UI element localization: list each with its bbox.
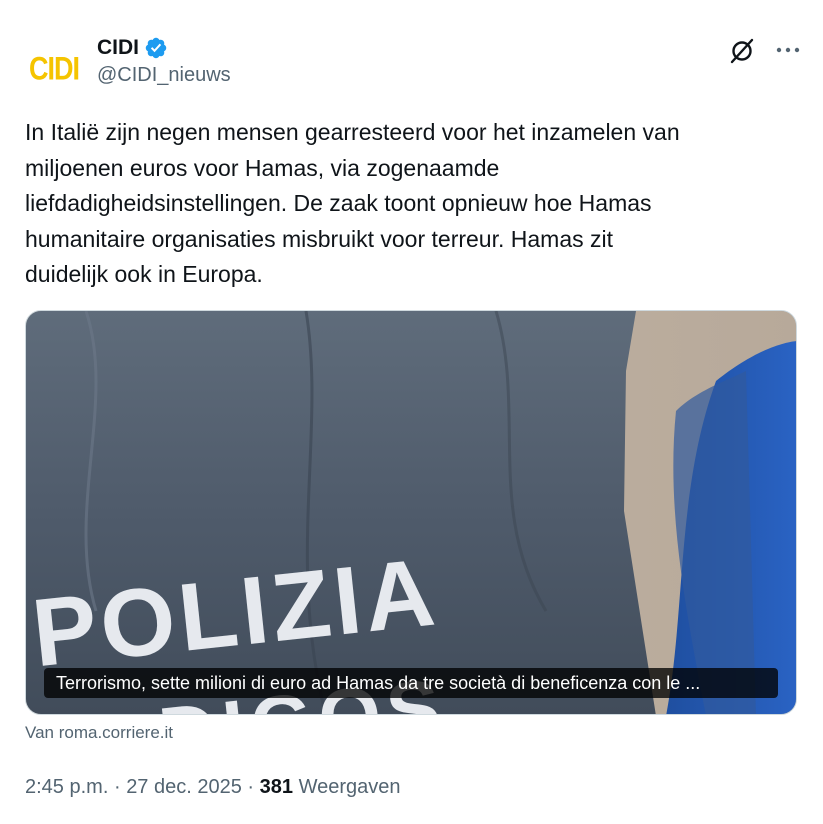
views-label: Weergaven: [298, 776, 401, 798]
views-count: 381: [259, 776, 294, 798]
tweet-meta: 2:45 p.m. · 27 dec. 2025 · 381 Weergaven: [25, 776, 401, 799]
card-image: POLIZIA DIGOS: [26, 311, 796, 714]
card-source[interactable]: Van roma.corriere.it: [25, 723, 173, 743]
avatar-logo-text: CIDI: [29, 50, 80, 87]
verified-badge-icon[interactable]: [144, 36, 168, 60]
tweet-header: CIDI CIDI @CIDI_nieuws: [25, 34, 805, 98]
meta-separator: ·: [247, 776, 255, 798]
tweet-text: In Italië zijn negen mensen gearresteerd…: [25, 119, 680, 287]
tweet-time[interactable]: 2:45 p.m.: [25, 776, 108, 798]
meta-separator: ·: [113, 776, 121, 798]
handle[interactable]: @CIDI_nieuws: [97, 64, 231, 87]
display-name[interactable]: CIDI: [97, 36, 139, 60]
card-caption[interactable]: Terrorismo, sette milioni di euro ad Ham…: [44, 668, 778, 698]
more-options-icon[interactable]: [773, 36, 803, 64]
avatar[interactable]: CIDI: [25, 40, 83, 98]
author-block[interactable]: CIDI @CIDI_nieuws: [97, 36, 231, 87]
link-card[interactable]: POLIZIA DIGOS Terrorismo, sette milioni …: [25, 310, 797, 715]
grok-icon[interactable]: [729, 38, 755, 64]
tweet-date[interactable]: 27 dec. 2025: [126, 776, 242, 798]
